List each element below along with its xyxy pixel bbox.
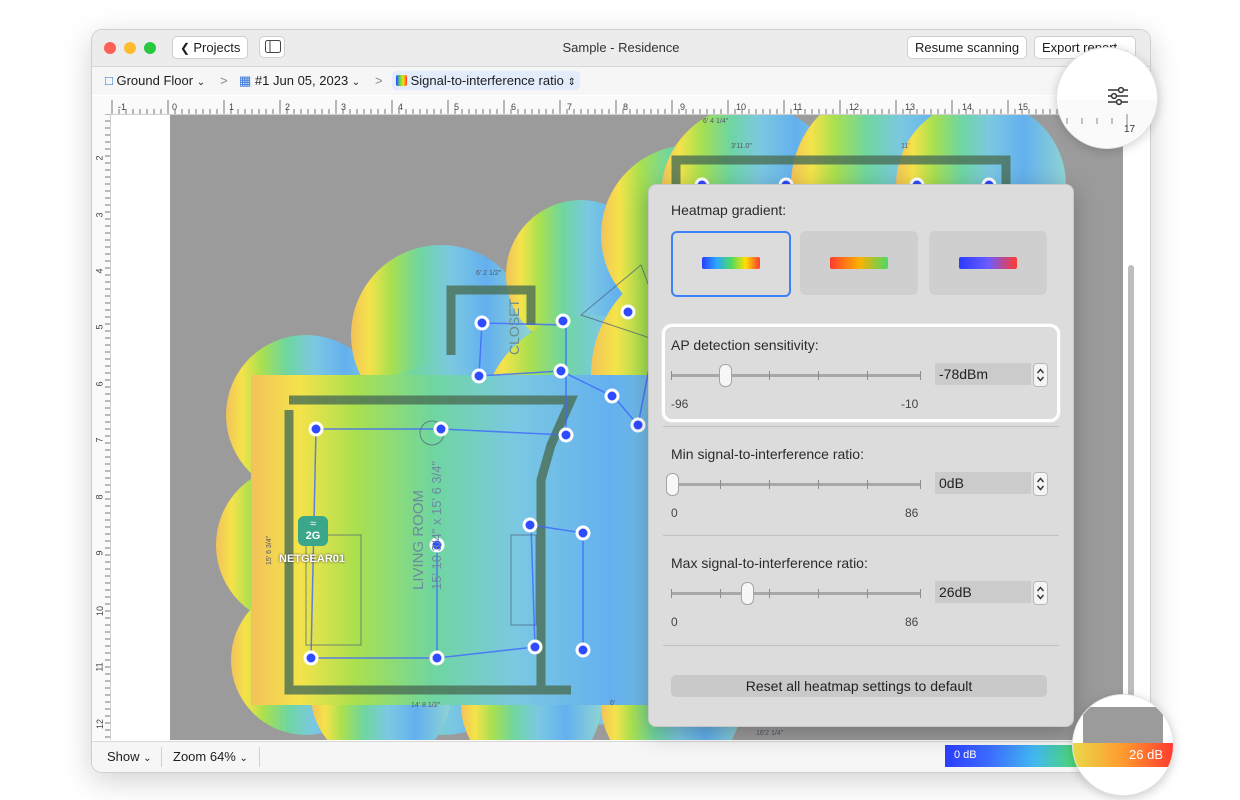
- breadcrumb: □ Ground Floor ⌄ > ▦ #1 Jun 05, 2023 ⌄ >…: [92, 67, 1150, 95]
- min-sir-label: Min signal-to-interference ratio:: [671, 446, 864, 462]
- sensitivity-min-label: -96: [671, 397, 689, 411]
- min-sir-value-field[interactable]: 0dB: [935, 472, 1031, 494]
- sliders-icon: [1108, 86, 1128, 106]
- show-menu-button[interactable]: Show ⌄: [107, 749, 152, 764]
- magnified-floor: [1083, 707, 1163, 745]
- ruler-number: 17: [1124, 124, 1136, 135]
- gradient-option-spectrum[interactable]: [671, 231, 791, 297]
- sensitivity-value-field[interactable]: -78dBm: [935, 363, 1031, 385]
- breadcrumb-separator-icon: >: [220, 73, 228, 88]
- chevron-down-icon: ⌄: [196, 77, 206, 88]
- vertical-scrollbar[interactable]: [1128, 265, 1134, 740]
- scan-selector[interactable]: ▦ #1 Jun 05, 2023 ⌄: [239, 73, 360, 89]
- sensitivity-stepper[interactable]: [1033, 363, 1048, 387]
- horizontal-ruler: -1 0 1 2 3 4 5 6 7 8 9 10 11 12 13 14 15: [92, 96, 1150, 115]
- stepper-arrows-icon: [1036, 586, 1045, 600]
- min-sir-max-label: 86: [905, 506, 919, 520]
- gradient-option-blue-red[interactable]: [929, 231, 1047, 295]
- divider: [663, 645, 1059, 646]
- max-sir-max-label: 86: [905, 615, 919, 629]
- scan-icon: ▦: [239, 73, 252, 88]
- svg-text:6': 6': [610, 700, 615, 707]
- heatmap-settings-panel: Heatmap gradient: AP detection sensitivi…: [648, 184, 1074, 727]
- resume-scanning-button[interactable]: Resume scanning: [907, 36, 1028, 59]
- gradient-swatch-red-green: [830, 257, 888, 269]
- max-sir-value-field[interactable]: 26dB: [935, 581, 1031, 603]
- gradient-label: Heatmap gradient:: [671, 202, 787, 218]
- sensitivity-slider[interactable]: [671, 364, 921, 387]
- svg-text:16'2 1/4": 16'2 1/4": [756, 730, 784, 737]
- stepper-arrows-icon: [1036, 477, 1045, 491]
- heatmap-settings-button[interactable]: [1107, 86, 1129, 111]
- svg-text:3'11.0": 3'11.0": [731, 143, 752, 150]
- divider: [663, 535, 1059, 536]
- access-point-marker[interactable]: ≈ 2G: [298, 516, 328, 546]
- magnifier-legend: 26 dB: [1072, 694, 1174, 796]
- min-sir-stepper[interactable]: [1033, 472, 1048, 496]
- zoom-menu-button[interactable]: Zoom 64% ⌄: [173, 749, 248, 764]
- svg-text:15' 6 3/4": 15' 6 3/4": [266, 535, 273, 565]
- max-sir-stepper[interactable]: [1033, 581, 1048, 605]
- gradient-swatch-spectrum: [702, 257, 760, 269]
- sensitivity-label: AP detection sensitivity:: [671, 337, 819, 353]
- divider: [259, 747, 260, 767]
- ruler-ticks: [105, 114, 110, 738]
- floor-plan-icon: □: [105, 73, 113, 88]
- chevron-down-icon: ⌄: [351, 77, 361, 88]
- min-sir-slider[interactable]: [666, 473, 921, 496]
- svg-text:11': 11': [901, 143, 910, 150]
- sensitivity-slider-knob[interactable]: [718, 364, 732, 387]
- updown-chevron-icon: ⇕: [567, 77, 576, 88]
- titlebar: ❮ Projects Sample - Residence Resume sca…: [92, 30, 1150, 67]
- svg-text:6' 4 1/4": 6' 4 1/4": [703, 118, 729, 125]
- reset-heatmap-settings-button[interactable]: Reset all heatmap settings to default: [671, 675, 1047, 697]
- gradient-swatch-blue-red: [959, 257, 1017, 269]
- closet-label: CLOSET: [506, 299, 522, 355]
- svg-text:6' 2 1/2": 6' 2 1/2": [476, 270, 502, 277]
- divider: [161, 747, 162, 767]
- ap-band-label: 2G: [305, 530, 321, 542]
- magnifier-settings: 17: [1056, 47, 1158, 149]
- min-sir-min-label: 0: [671, 506, 678, 520]
- stepper-arrows-icon: [1036, 368, 1045, 382]
- divider: [663, 426, 1059, 427]
- max-sir-slider-knob[interactable]: [741, 582, 754, 605]
- legend-max-label: 26 dB: [1129, 747, 1163, 762]
- room-label: LIVING ROOM: [410, 490, 427, 590]
- max-sir-min-label: 0: [671, 615, 678, 629]
- breadcrumb-separator-icon: >: [375, 73, 383, 88]
- visualization-selector[interactable]: Signal-to-interference ratio ⇕: [392, 71, 580, 90]
- vertical-ruler: 2 3 4 5 6 7 8 9 10 11 12: [92, 114, 111, 740]
- room-dimensions: 15' 10 3/4" x 15' 6 3/4": [429, 460, 444, 590]
- heatmap-icon: [396, 75, 407, 86]
- legend-min-label: 0 dB: [954, 749, 977, 761]
- gradient-option-red-green[interactable]: [800, 231, 918, 295]
- min-sir-slider-knob[interactable]: [666, 473, 679, 496]
- wifi-icon: ≈: [309, 518, 317, 530]
- ruler-ticks: [111, 100, 1079, 114]
- chevron-down-icon: ⌄: [143, 753, 152, 764]
- ap-name-label: NETGEAR01: [279, 553, 346, 565]
- legend-max-zoom: 26 dB: [1073, 743, 1173, 767]
- svg-text:14' 8 1/2": 14' 8 1/2": [411, 702, 441, 709]
- max-sir-label: Max signal-to-interference ratio:: [671, 555, 868, 571]
- max-sir-slider[interactable]: [671, 582, 921, 605]
- floor-selector[interactable]: □ Ground Floor ⌄: [105, 73, 205, 88]
- sensitivity-max-label: -10: [901, 397, 919, 411]
- chevron-down-icon: ⌄: [239, 753, 248, 764]
